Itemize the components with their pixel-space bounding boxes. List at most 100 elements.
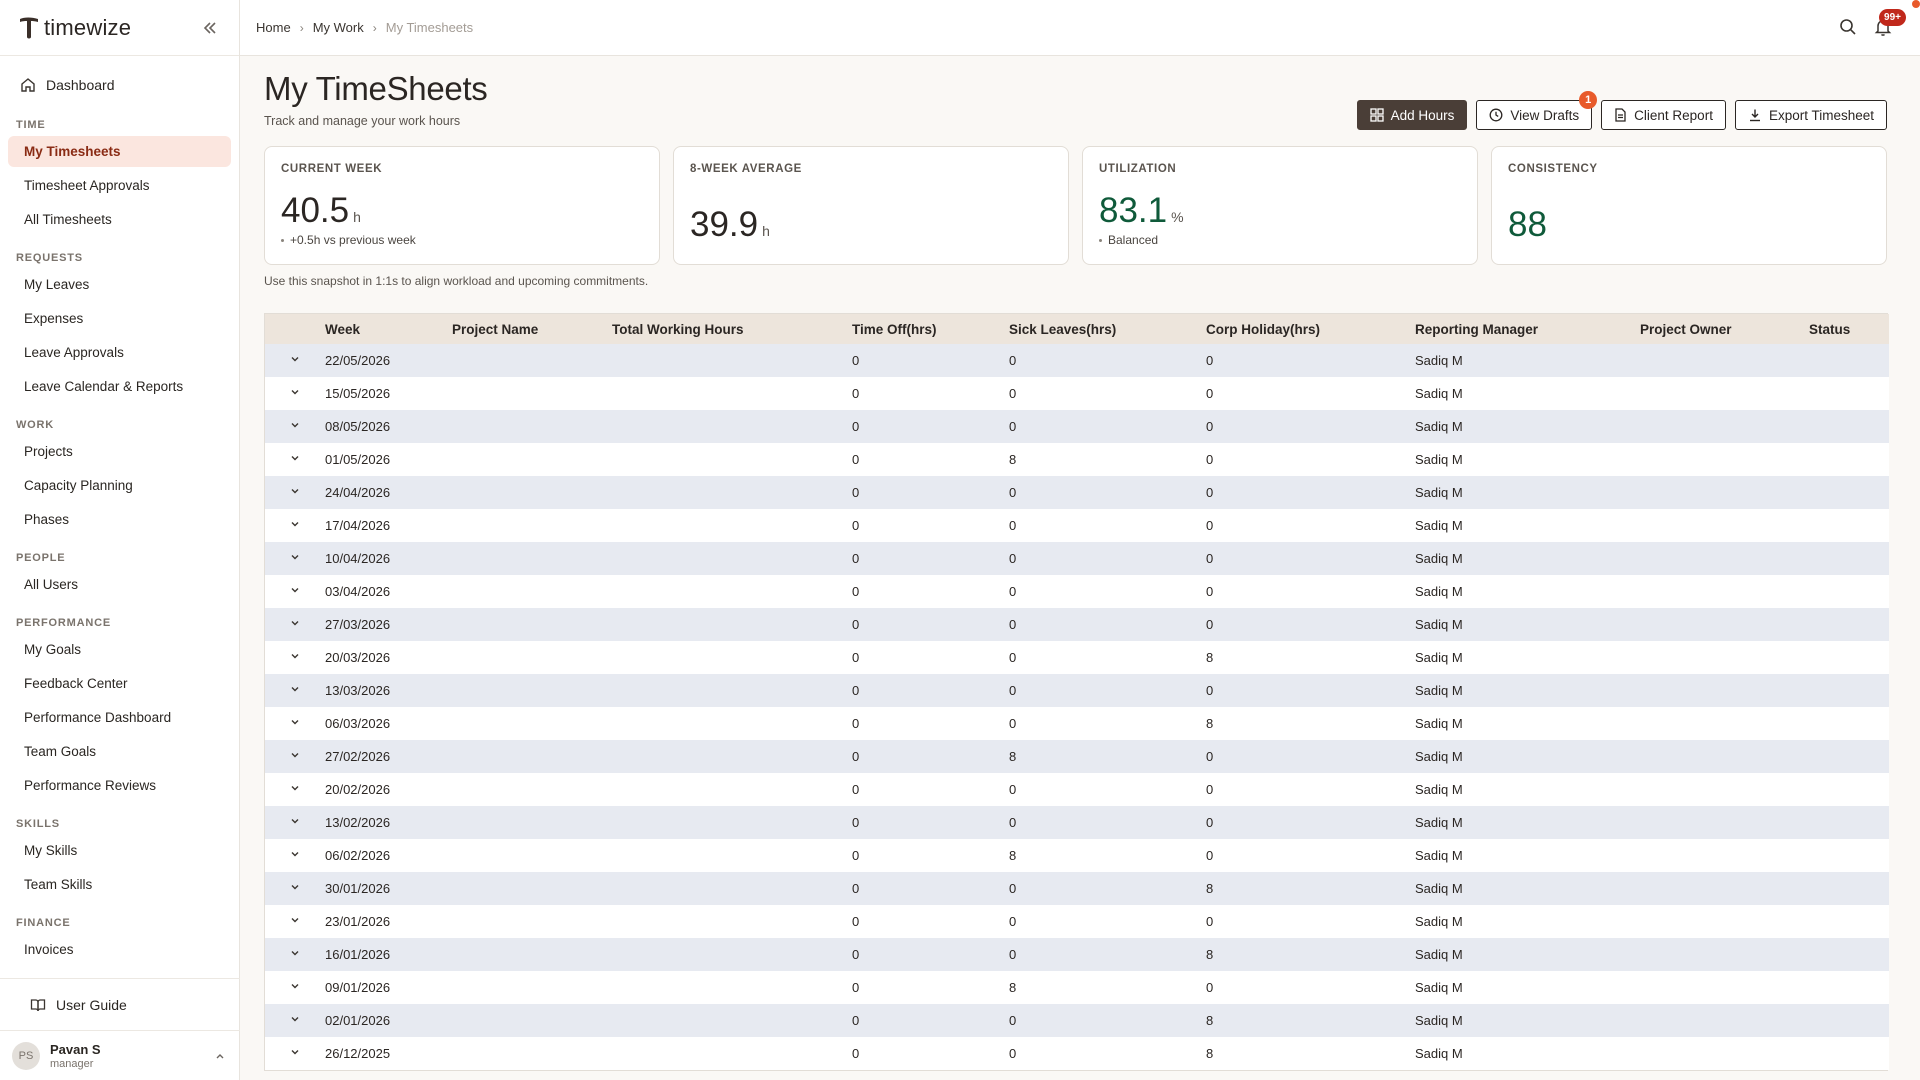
sidebar-item-all-timesheets[interactable]: All Timesheets: [8, 204, 231, 235]
cell-time-off-hrs: 0: [852, 344, 1009, 377]
sidebar-item-projects[interactable]: Projects: [8, 436, 231, 467]
sidebar-item-feedback-center[interactable]: Feedback Center: [8, 668, 231, 699]
sidebar-item-phases[interactable]: Phases: [8, 504, 231, 535]
cell-sick-leaves-hrs: 8: [1009, 740, 1206, 773]
expand-row-toggle[interactable]: [265, 542, 325, 575]
table-row[interactable]: 15/05/2026 0 0 0 Sadiq M: [265, 377, 1889, 410]
table-row[interactable]: 30/01/2026 0 0 8 Sadiq M: [265, 872, 1889, 905]
user-menu[interactable]: PS Pavan S manager: [0, 1030, 240, 1080]
cell-project-owner: [1640, 872, 1809, 905]
expand-row-toggle[interactable]: [265, 971, 325, 1004]
expand-row-toggle[interactable]: [265, 938, 325, 971]
export-timesheet-button[interactable]: Export Timesheet: [1734, 100, 1887, 130]
expand-row-toggle[interactable]: [265, 773, 325, 806]
expand-row-toggle[interactable]: [265, 839, 325, 872]
cell-status: [1809, 872, 1889, 905]
table-row[interactable]: 20/03/2026 0 0 8 Sadiq M: [265, 641, 1889, 674]
sidebar-item-invoices[interactable]: Invoices: [8, 934, 231, 965]
table-row[interactable]: 27/02/2026 0 8 0 Sadiq M: [265, 740, 1889, 773]
expand-row-toggle[interactable]: [265, 641, 325, 674]
cell-project-name: [452, 1037, 612, 1070]
table-row[interactable]: 27/03/2026 0 0 0 Sadiq M: [265, 608, 1889, 641]
sidebar-item-capacity-planning[interactable]: Capacity Planning: [8, 470, 231, 501]
expand-row-toggle[interactable]: [265, 674, 325, 707]
table-row[interactable]: 02/01/2026 0 0 8 Sadiq M: [265, 1004, 1889, 1037]
breadcrumb-home[interactable]: Home: [256, 20, 291, 35]
sidebar-item-my-skills[interactable]: My Skills: [8, 835, 231, 866]
sidebar-item-my-timesheets[interactable]: My Timesheets: [8, 136, 231, 167]
expand-row-toggle[interactable]: [265, 1037, 325, 1070]
cell-reporting-manager: Sadiq M: [1415, 1004, 1640, 1037]
cell-project-name: [452, 707, 612, 740]
expand-row-toggle[interactable]: [265, 806, 325, 839]
table-row[interactable]: 01/05/2026 0 8 0 Sadiq M: [265, 443, 1889, 476]
table-row[interactable]: 24/04/2026 0 0 0 Sadiq M: [265, 476, 1889, 509]
expand-row-toggle[interactable]: [265, 872, 325, 905]
search-icon[interactable]: [1838, 17, 1858, 42]
table-row[interactable]: 13/02/2026 0 0 0 Sadiq M: [265, 806, 1889, 839]
cell-project-owner: [1640, 377, 1809, 410]
table-row[interactable]: 26/12/2025 0 0 8 Sadiq M: [265, 1037, 1889, 1070]
table-row[interactable]: 08/05/2026 0 0 0 Sadiq M: [265, 410, 1889, 443]
expand-row-toggle[interactable]: [265, 707, 325, 740]
table-row[interactable]: 06/02/2026 0 8 0 Sadiq M: [265, 839, 1889, 872]
expand-row-toggle[interactable]: [265, 575, 325, 608]
expand-row-toggle[interactable]: [265, 476, 325, 509]
table-row[interactable]: 06/03/2026 0 0 8 Sadiq M: [265, 707, 1889, 740]
column-header-project-owner: Project Owner: [1640, 314, 1809, 344]
cell-total-working-hours: [612, 509, 852, 542]
collapse-sidebar-icon[interactable]: [199, 17, 221, 39]
sidebar-item-dashboard[interactable]: Dashboard: [0, 68, 239, 102]
table-row[interactable]: 10/04/2026 0 0 0 Sadiq M: [265, 542, 1889, 575]
expand-row-toggle[interactable]: [265, 905, 325, 938]
cell-status: [1809, 905, 1889, 938]
expand-row-toggle[interactable]: [265, 344, 325, 377]
cell-reporting-manager: Sadiq M: [1415, 839, 1640, 872]
expand-row-toggle[interactable]: [265, 1004, 325, 1037]
cell-sick-leaves-hrs: 0: [1009, 806, 1206, 839]
cell-project-owner: [1640, 707, 1809, 740]
cell-project-owner: [1640, 1004, 1809, 1037]
table-row[interactable]: 16/01/2026 0 0 8 Sadiq M: [265, 938, 1889, 971]
sidebar-item-team-skills[interactable]: Team Skills: [8, 869, 231, 900]
add-hours-button[interactable]: Add Hours: [1356, 100, 1468, 130]
cell-project-owner: [1640, 608, 1809, 641]
sidebar-item-performance-dashboard[interactable]: Performance Dashboard: [8, 702, 231, 733]
table-row[interactable]: 22/05/2026 0 0 0 Sadiq M: [265, 344, 1889, 377]
sidebar-item-all-users[interactable]: All Users: [8, 569, 231, 600]
expand-row-toggle[interactable]: [265, 608, 325, 641]
brand: timewize: [0, 0, 239, 56]
sidebar-item-timesheet-approvals[interactable]: Timesheet Approvals: [8, 170, 231, 201]
table-row[interactable]: 20/02/2026 0 0 0 Sadiq M: [265, 773, 1889, 806]
cell-total-working-hours: [612, 806, 852, 839]
expand-row-toggle[interactable]: [265, 377, 325, 410]
expand-row-toggle[interactable]: [265, 509, 325, 542]
breadcrumb-my-work[interactable]: My Work: [313, 20, 364, 35]
chevron-down-icon: [291, 918, 299, 923]
client-report-button[interactable]: Client Report: [1601, 100, 1726, 130]
chevron-down-icon: [291, 621, 299, 626]
expand-row-toggle[interactable]: [265, 410, 325, 443]
expand-row-toggle[interactable]: [265, 443, 325, 476]
expand-row-toggle[interactable]: [265, 740, 325, 773]
cell-status: [1809, 971, 1889, 1004]
cell-total-working-hours: [612, 674, 852, 707]
user-guide-link[interactable]: User Guide: [0, 978, 240, 1030]
cell-project-name: [452, 476, 612, 509]
sidebar-item-my-leaves[interactable]: My Leaves: [8, 269, 231, 300]
table-row[interactable]: 03/04/2026 0 0 0 Sadiq M: [265, 575, 1889, 608]
sidebar-item-expenses[interactable]: Expenses: [8, 303, 231, 334]
view-drafts-button[interactable]: View Drafts 1: [1476, 91, 1598, 130]
sidebar-item-performance-reviews[interactable]: Performance Reviews: [8, 770, 231, 801]
sidebar-item-leave-calendar-reports[interactable]: Leave Calendar & Reports: [8, 371, 231, 402]
sidebar-item-my-goals[interactable]: My Goals: [8, 634, 231, 665]
cell-week: 06/03/2026: [325, 707, 452, 740]
cell-total-working-hours: [612, 377, 852, 410]
cell-time-off-hrs: 0: [852, 674, 1009, 707]
table-row[interactable]: 09/01/2026 0 8 0 Sadiq M: [265, 971, 1889, 1004]
sidebar-item-leave-approvals[interactable]: Leave Approvals: [8, 337, 231, 368]
table-row[interactable]: 23/01/2026 0 0 0 Sadiq M: [265, 905, 1889, 938]
table-row[interactable]: 17/04/2026 0 0 0 Sadiq M: [265, 509, 1889, 542]
sidebar-item-team-goals[interactable]: Team Goals: [8, 736, 231, 767]
table-row[interactable]: 13/03/2026 0 0 0 Sadiq M: [265, 674, 1889, 707]
